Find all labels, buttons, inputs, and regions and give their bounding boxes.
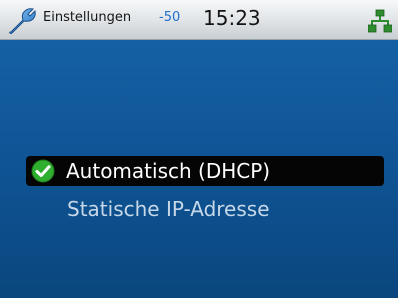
menu-item-dhcp[interactable]: Automatisch (DHCP) bbox=[26, 156, 384, 186]
status-title: Einstellungen bbox=[43, 10, 132, 25]
signal-strength: -50 bbox=[159, 10, 181, 25]
wrench-icon[interactable] bbox=[8, 6, 38, 36]
status-bar: Einstellungen -50 15:23 bbox=[0, 0, 398, 40]
network-icon bbox=[368, 9, 392, 33]
screen: Einstellungen -50 15:23 Automatisch (DHC… bbox=[0, 0, 398, 298]
clock: 15:23 bbox=[203, 6, 261, 30]
menu-item-label: Automatisch (DHCP) bbox=[66, 159, 271, 183]
menu-item-label: Statische IP-Adresse bbox=[67, 197, 270, 221]
menu-item-static-ip[interactable]: Statische IP-Adresse bbox=[26, 194, 384, 224]
settings-panel: Automatisch (DHCP) Statische IP-Adresse bbox=[0, 40, 398, 298]
check-icon bbox=[31, 159, 55, 183]
